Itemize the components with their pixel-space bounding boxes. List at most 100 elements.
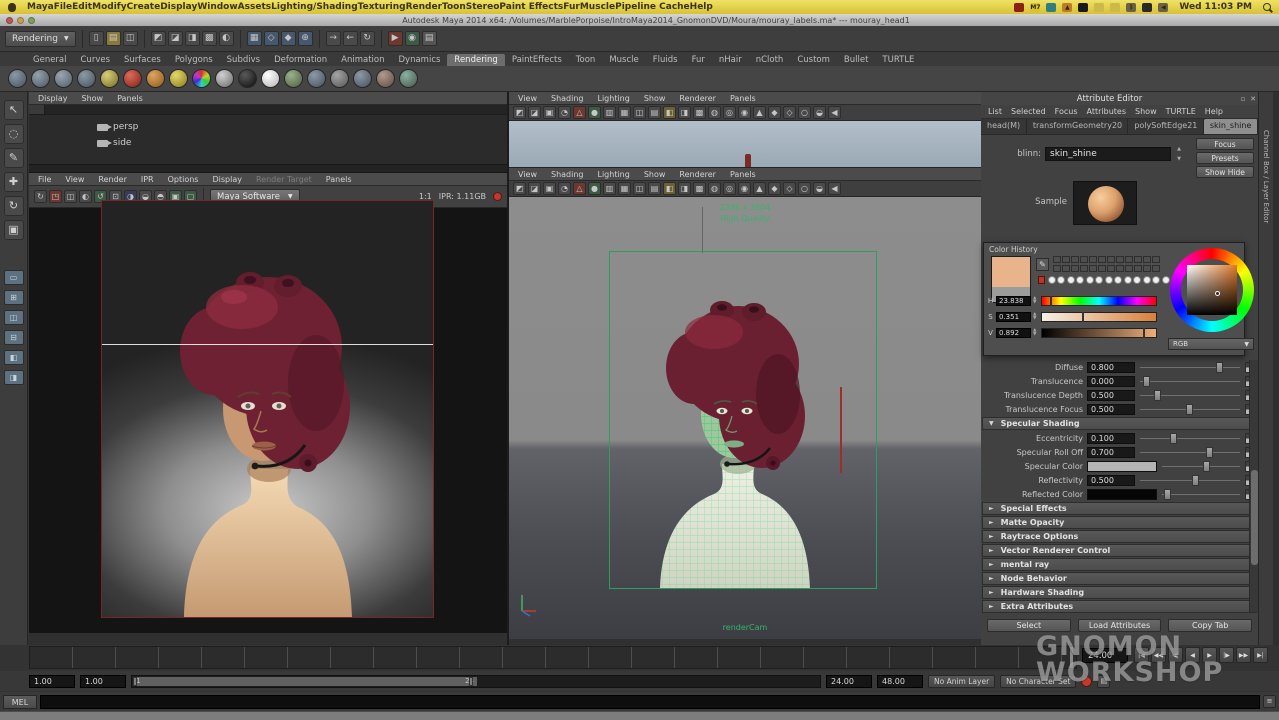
- attribute-slider[interactable]: [1140, 446, 1240, 458]
- command-line-input[interactable]: [40, 694, 1260, 709]
- shelf-tab[interactable]: Deformation: [267, 54, 334, 66]
- attribute-slider[interactable]: [1140, 432, 1240, 444]
- collapsed-section-header[interactable]: ► Vector Renderer Control: [982, 544, 1257, 557]
- gray-material-ball-icon[interactable]: [215, 69, 234, 88]
- texture-shelf-icon[interactable]: [284, 69, 303, 88]
- viewport-menu-item[interactable]: Show: [644, 94, 666, 103]
- range-slider[interactable]: 124: [131, 674, 821, 688]
- grease-pencil-icon[interactable]: ▥: [603, 106, 616, 119]
- palette-swatch[interactable]: [1116, 265, 1124, 272]
- volume-icon[interactable]: ◀: [1158, 2, 1169, 12]
- render-view-menu-item[interactable]: View: [65, 175, 84, 184]
- ipr-shelf-icon[interactable]: [31, 69, 50, 88]
- spotlight-icon[interactable]: [1263, 3, 1271, 11]
- xray-icon[interactable]: ◆: [768, 182, 781, 195]
- focus-button[interactable]: Focus: [1196, 138, 1254, 150]
- shelf-tab[interactable]: Fluids: [646, 54, 685, 66]
- node-name-stepper[interactable]: ▲ ▼: [1175, 146, 1183, 162]
- range-start-handle[interactable]: [133, 676, 137, 686]
- macos-menu-item[interactable]: Toon: [442, 2, 466, 12]
- shelf-tab[interactable]: Polygons: [168, 54, 220, 66]
- depth-of-field-icon[interactable]: ◉: [738, 182, 751, 195]
- shelf-tab[interactable]: PaintEffects: [505, 54, 569, 66]
- macos-menu-item[interactable]: Paint Effects: [499, 2, 563, 12]
- ae-menu-item[interactable]: Selected: [1011, 107, 1046, 116]
- ae-menu-item[interactable]: Focus: [1055, 107, 1078, 116]
- macos-menu-item[interactable]: Render: [406, 2, 442, 12]
- active-range[interactable]: 124: [133, 676, 477, 686]
- select-object-icon[interactable]: ◪: [167, 31, 183, 46]
- ae-node-tab[interactable]: transformGeometry20: [1027, 119, 1129, 134]
- macos-menu-item[interactable]: Muscle: [580, 2, 615, 12]
- lasso-tool-icon[interactable]: ◌: [3, 124, 24, 144]
- outliner-menu-item[interactable]: Panels: [117, 94, 143, 103]
- palette-swatch[interactable]: [1134, 265, 1142, 272]
- palette-swatch[interactable]: [1062, 265, 1070, 272]
- palette-swatch[interactable]: [1062, 256, 1070, 263]
- macos-menu-item[interactable]: Edit: [72, 2, 92, 12]
- teal-status-icon[interactable]: [1046, 2, 1057, 12]
- viewport-menu-item[interactable]: Shading: [551, 94, 584, 103]
- viewport-menu-item[interactable]: Renderer: [679, 170, 716, 179]
- character-set-button[interactable]: No Character Set: [1000, 674, 1077, 688]
- zoom-window-button[interactable]: [28, 16, 35, 24]
- shader-shelf-icon-1[interactable]: [307, 69, 326, 88]
- select-camera-icon[interactable]: ◩: [513, 106, 526, 119]
- shaded-icon[interactable]: ◫: [633, 106, 646, 119]
- viewport-menu-item[interactable]: Show: [644, 170, 666, 179]
- animation-end-field[interactable]: 48.00: [877, 674, 923, 688]
- rainbow-material-ball-icon[interactable]: [192, 69, 211, 88]
- shelf-tab[interactable]: Toon: [569, 54, 603, 66]
- layout-two-pane-stacked-button[interactable]: ⊟: [3, 330, 24, 345]
- viewport-menu-item[interactable]: Renderer: [679, 94, 716, 103]
- macos-menu-item[interactable]: Lighting/Shading: [271, 2, 358, 12]
- attribute-value-field[interactable]: 0.000: [1087, 375, 1135, 387]
- specular-color-swatch[interactable]: [1087, 460, 1157, 472]
- camera-attributes-icon[interactable]: ▣: [543, 182, 556, 195]
- attribute-slider[interactable]: [1140, 389, 1240, 401]
- select-tool-icon[interactable]: ↖: [3, 100, 24, 120]
- bookmark-icon[interactable]: ◔: [558, 182, 571, 195]
- redo-render-icon[interactable]: ↻: [34, 190, 47, 203]
- palette-swatch[interactable]: [1071, 265, 1079, 272]
- orange-material-ball-icon[interactable]: [146, 69, 165, 88]
- open-scene-icon[interactable]: ▤: [105, 31, 121, 46]
- screen-space-ao-icon[interactable]: ▩: [693, 106, 706, 119]
- hue-slider[interactable]: [1041, 295, 1157, 306]
- isolate-select-icon[interactable]: ▲: [753, 106, 766, 119]
- motion-blur-icon[interactable]: ◍: [708, 106, 721, 119]
- exposure-vp-icon[interactable]: ○: [798, 106, 811, 119]
- snap-curve-icon[interactable]: ◇: [263, 31, 279, 46]
- shelf-tab[interactable]: Fur: [685, 54, 712, 66]
- attribute-slider[interactable]: [1140, 361, 1240, 373]
- macos-menu-item[interactable]: Help: [690, 2, 713, 12]
- m7-indicator[interactable]: M7: [1030, 2, 1041, 12]
- ipr-render-icon[interactable]: ◉: [404, 31, 420, 46]
- saturation-slider[interactable]: [1041, 311, 1157, 322]
- orange-status-icon[interactable]: ▲: [1062, 2, 1073, 12]
- macos-menu-item[interactable]: Fur: [563, 2, 580, 12]
- outliner-menu-item[interactable]: Show: [82, 94, 104, 103]
- ipr-pause-icon[interactable]: ◐: [79, 190, 92, 203]
- time-slider[interactable]: [29, 646, 1077, 669]
- shader-shelf-icon-2[interactable]: [330, 69, 349, 88]
- macos-menu-item[interactable]: Display: [160, 2, 197, 12]
- render-view-menu-item[interactable]: Render Target: [256, 175, 312, 184]
- step-back-key-button[interactable]: ◀|: [1168, 647, 1183, 663]
- black-material-ball-icon[interactable]: [238, 69, 257, 88]
- close-panel-icon[interactable]: ✕: [1248, 95, 1258, 103]
- outliner-filter-bar[interactable]: [29, 105, 507, 115]
- dim-status-icon-2[interactable]: [1110, 2, 1121, 12]
- select-hierarchy-icon[interactable]: ◩: [150, 31, 166, 46]
- collapsed-section-header[interactable]: ► Node Behavior: [982, 572, 1257, 585]
- shelf-tab[interactable]: Dynamics: [392, 54, 448, 66]
- attribute-slider[interactable]: [1162, 488, 1240, 500]
- 2d-pan-zoom-icon[interactable]: ●: [588, 182, 601, 195]
- collapsed-section-header[interactable]: ► Raytrace Options: [982, 530, 1257, 543]
- value-stepper[interactable]: ▲ ▼: [1033, 328, 1039, 337]
- scale-tool-icon[interactable]: ▣: [3, 220, 24, 240]
- wireframe-icon[interactable]: ▦: [618, 182, 631, 195]
- xray-joints-icon[interactable]: ◇: [783, 182, 796, 195]
- ae-scrollbar-thumb[interactable]: [1251, 470, 1258, 565]
- render-settings-shelf-icon[interactable]: [54, 69, 73, 88]
